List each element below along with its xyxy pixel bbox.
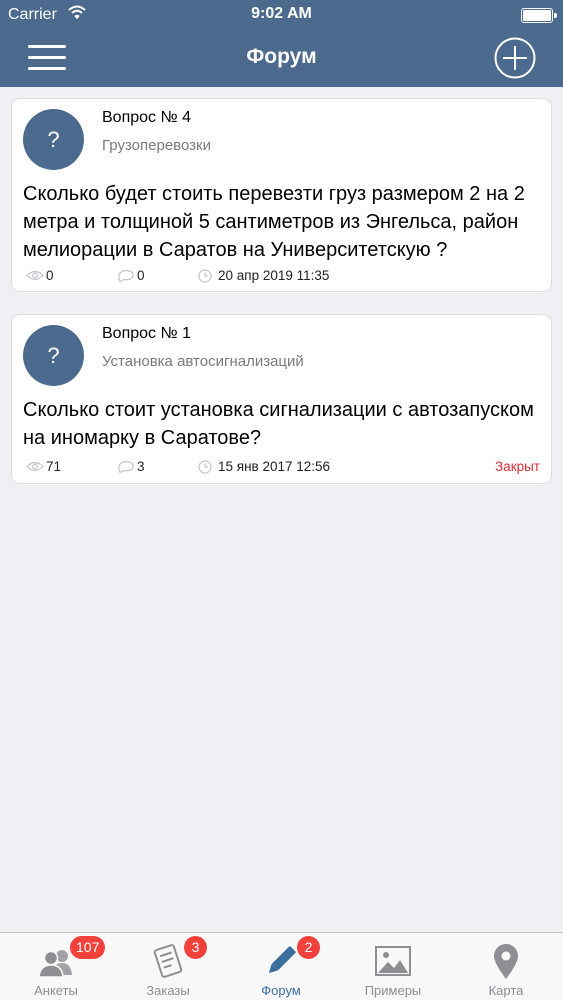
- tab-forum[interactable]: 2 Форум: [225, 933, 337, 1000]
- question-text: Сколько будет стоить перевезти груз разм…: [23, 183, 525, 261]
- views-value: 0: [46, 268, 54, 283]
- tab-zakazy[interactable]: 3 Заказы: [112, 933, 224, 1000]
- battery-icon: [521, 8, 557, 23]
- tab-label: Заказы: [146, 983, 190, 998]
- nav-bar: Форум: [0, 30, 563, 87]
- question-card[interactable]: ? Вопрос № 1 Установка автосигнализаций …: [11, 314, 552, 484]
- eye-icon: [26, 461, 44, 472]
- question-card[interactable]: ? Вопрос № 4 Грузоперевозки Сколько буде…: [11, 98, 552, 292]
- tab-label: Форум: [261, 983, 301, 998]
- date-value: 15 янв 2017 12:56: [218, 459, 331, 474]
- clock: 9:02 AM: [251, 5, 312, 22]
- page-title: Форум: [246, 45, 317, 68]
- question-meta: 0 0 20 апр 2019 11:35: [26, 267, 540, 285]
- comments-value: 3: [137, 459, 145, 474]
- add-question-button[interactable]: [494, 37, 536, 79]
- question-meta: 71 3 15 янв 2017 12:56 Закрыт: [26, 458, 540, 476]
- tab-label: Карта: [488, 983, 524, 998]
- question-text: Сколько стоит установка сигнализации с а…: [23, 399, 534, 449]
- tab-badge: 3: [184, 936, 207, 959]
- closed-label: Закрыт: [495, 459, 540, 474]
- tab-badge: 2: [297, 936, 320, 959]
- avatar: ?: [23, 325, 84, 386]
- tab-karta[interactable]: Карта: [450, 933, 562, 1000]
- eye-icon: [26, 270, 44, 281]
- clock-icon: [198, 460, 212, 474]
- views-value: 71: [46, 459, 62, 474]
- image-icon: [375, 946, 411, 976]
- pencil-icon: [268, 946, 296, 974]
- map-pin-icon: [494, 944, 518, 979]
- date-value: 20 апр 2019 11:35: [218, 268, 330, 283]
- avatar: ?: [23, 109, 84, 170]
- orders-icon: [153, 944, 183, 978]
- question-category: Грузоперевозки: [102, 137, 211, 154]
- clock-icon: [198, 269, 212, 283]
- question-number: Вопрос № 4: [102, 109, 191, 126]
- tab-label: Анкеты: [34, 983, 78, 998]
- question-category: Установка автосигнализаций: [102, 353, 304, 370]
- tab-primery[interactable]: Примеры: [337, 933, 449, 1000]
- tab-bar: 107 Анкеты 3 Заказы 2 Форум Примеры Карт…: [0, 932, 563, 1000]
- tab-badge: 107: [70, 936, 106, 959]
- tab-label: Примеры: [364, 983, 422, 998]
- comment-icon: [118, 269, 134, 282]
- status-bar: Carrier 9:02 AM: [0, 0, 563, 30]
- comments-value: 0: [137, 268, 145, 283]
- tab-ankety[interactable]: 107 Анкеты: [0, 933, 112, 1000]
- comment-icon: [118, 460, 134, 473]
- question-number: Вопрос № 1: [102, 325, 191, 342]
